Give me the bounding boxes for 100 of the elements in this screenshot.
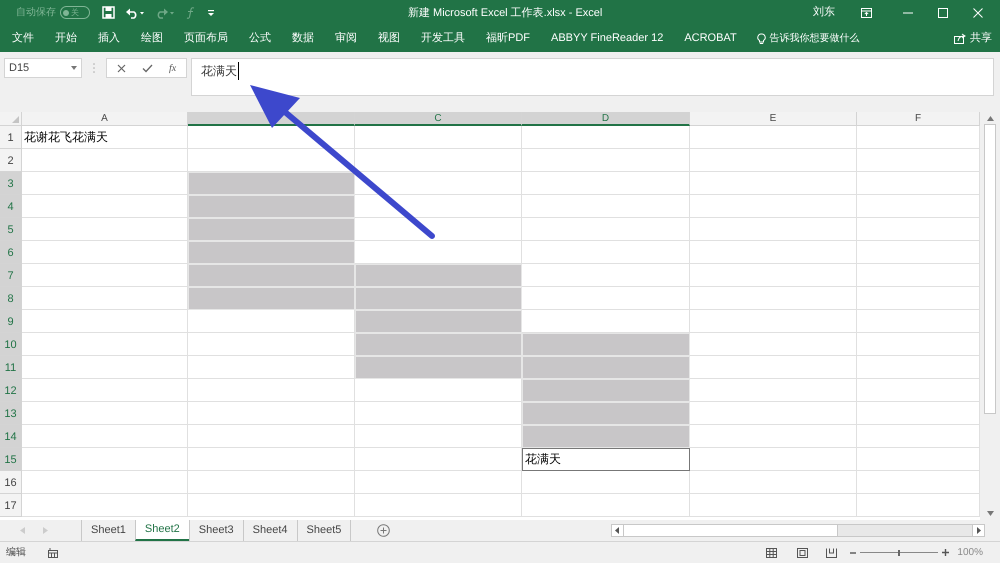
scroll-right-icon[interactable] — [972, 525, 984, 536]
maximize-icon[interactable] — [938, 8, 948, 18]
table-cell[interactable] — [522, 218, 690, 241]
row-header[interactable]: 13 — [0, 402, 22, 425]
table-cell[interactable] — [22, 356, 188, 379]
normal-view-icon[interactable] — [766, 548, 778, 558]
table-cell[interactable]: 花谢花飞花满天 — [22, 126, 188, 149]
table-cell[interactable] — [22, 425, 188, 448]
scroll-up-icon[interactable] — [986, 116, 994, 121]
sheet-tab[interactable]: Sheet4 — [242, 520, 296, 541]
table-cell[interactable] — [690, 402, 857, 425]
row-header[interactable]: 3 — [0, 172, 22, 195]
ribbon-tab[interactable]: 开发工具 — [421, 30, 465, 47]
sheet-tab[interactable]: Sheet3 — [188, 520, 243, 541]
formula-field[interactable]: 花满天 — [191, 58, 994, 96]
row-header[interactable]: 1 — [0, 126, 22, 149]
row-header[interactable]: 16 — [0, 471, 22, 494]
table-cell[interactable] — [355, 494, 522, 517]
ribbon-tab[interactable]: 页面布局 — [184, 30, 228, 47]
table-cell[interactable] — [690, 264, 857, 287]
close-icon[interactable] — [973, 8, 983, 18]
table-cell[interactable] — [188, 287, 355, 310]
table-cell[interactable] — [522, 494, 690, 517]
row-header[interactable]: 14 — [0, 425, 22, 448]
table-cell[interactable] — [22, 402, 188, 425]
table-cell[interactable] — [188, 379, 355, 402]
table-cell[interactable] — [355, 333, 522, 356]
table-cell[interactable] — [690, 172, 857, 195]
ribbon-display-icon[interactable] — [861, 8, 872, 18]
dropdown-icon[interactable] — [71, 66, 77, 70]
select-all-icon[interactable] — [12, 116, 19, 123]
table-cell[interactable] — [188, 402, 355, 425]
table-cell[interactable] — [690, 241, 857, 264]
row-header[interactable]: 10 — [0, 333, 22, 356]
table-cell[interactable] — [355, 471, 522, 494]
customize-icon[interactable] — [207, 8, 215, 18]
column-header[interactable]: D — [522, 112, 690, 126]
sheet-tab[interactable]: Sheet2 — [134, 520, 189, 541]
ribbon-tab[interactable]: 公式 — [249, 30, 271, 47]
name-box[interactable]: D15 — [4, 58, 82, 78]
scrollbar-thumb[interactable] — [984, 124, 996, 414]
table-cell[interactable] — [522, 195, 690, 218]
table-cell[interactable] — [188, 195, 355, 218]
table-cell[interactable] — [522, 287, 690, 310]
row-header[interactable]: 8 — [0, 287, 22, 310]
table-cell[interactable] — [690, 494, 857, 517]
table-cell[interactable] — [22, 448, 188, 471]
add-sheet-icon[interactable] — [377, 524, 390, 537]
table-cell[interactable] — [355, 264, 522, 287]
ribbon-tab[interactable]: 审阅 — [335, 30, 357, 47]
table-cell[interactable] — [522, 172, 690, 195]
table-cell[interactable] — [22, 494, 188, 517]
enter-icon[interactable] — [142, 64, 153, 72]
table-cell[interactable] — [690, 126, 857, 149]
table-cell[interactable] — [355, 195, 522, 218]
table-cell[interactable] — [188, 241, 355, 264]
column-header[interactable]: A — [22, 112, 188, 126]
ribbon-tab[interactable]: 数据 — [292, 30, 314, 47]
row-header[interactable]: 9 — [0, 310, 22, 333]
table-cell[interactable] — [355, 172, 522, 195]
zoom-level[interactable]: 100% — [957, 545, 983, 560]
table-cell[interactable] — [522, 379, 690, 402]
table-cell[interactable] — [690, 379, 857, 402]
row-header[interactable]: 7 — [0, 264, 22, 287]
next-sheet-icon[interactable] — [43, 527, 48, 534]
insert-function-button[interactable]: fx — [169, 60, 176, 76]
table-cell[interactable] — [355, 448, 522, 471]
table-cell[interactable] — [522, 149, 690, 172]
zoom-out-icon[interactable] — [850, 550, 856, 556]
row-header[interactable]: 12 — [0, 379, 22, 402]
table-cell[interactable] — [22, 149, 188, 172]
table-cell[interactable] — [690, 448, 857, 471]
previous-sheet-icon[interactable] — [20, 527, 25, 534]
table-cell[interactable] — [188, 471, 355, 494]
table-cell[interactable] — [690, 310, 857, 333]
table-cell[interactable] — [355, 218, 522, 241]
cancel-icon[interactable] — [117, 64, 126, 72]
page-break-icon[interactable] — [826, 548, 838, 558]
table-cell[interactable] — [522, 402, 690, 425]
undo-icon[interactable] — [125, 6, 145, 18]
table-cell[interactable]: 花满天 — [522, 448, 690, 471]
table-cell[interactable] — [22, 471, 188, 494]
table-cell[interactable] — [188, 218, 355, 241]
row-header[interactable]: 11 — [0, 356, 22, 379]
table-cell[interactable] — [522, 425, 690, 448]
zoom-in-icon[interactable] — [942, 549, 950, 556]
table-cell[interactable] — [522, 356, 690, 379]
table-cell[interactable] — [690, 287, 857, 310]
table-cell[interactable] — [22, 310, 188, 333]
table-cell[interactable] — [522, 126, 690, 149]
table-cell[interactable] — [522, 264, 690, 287]
row-header[interactable]: 15 — [0, 448, 22, 471]
table-cell[interactable] — [690, 218, 857, 241]
table-cell[interactable] — [690, 149, 857, 172]
table-cell[interactable] — [690, 356, 857, 379]
table-cell[interactable] — [188, 448, 355, 471]
table-cell[interactable] — [522, 471, 690, 494]
tell-me-field[interactable]: 告诉我你想要做什么 — [770, 31, 860, 46]
table-cell[interactable] — [22, 333, 188, 356]
column-header[interactable]: C — [355, 112, 522, 126]
